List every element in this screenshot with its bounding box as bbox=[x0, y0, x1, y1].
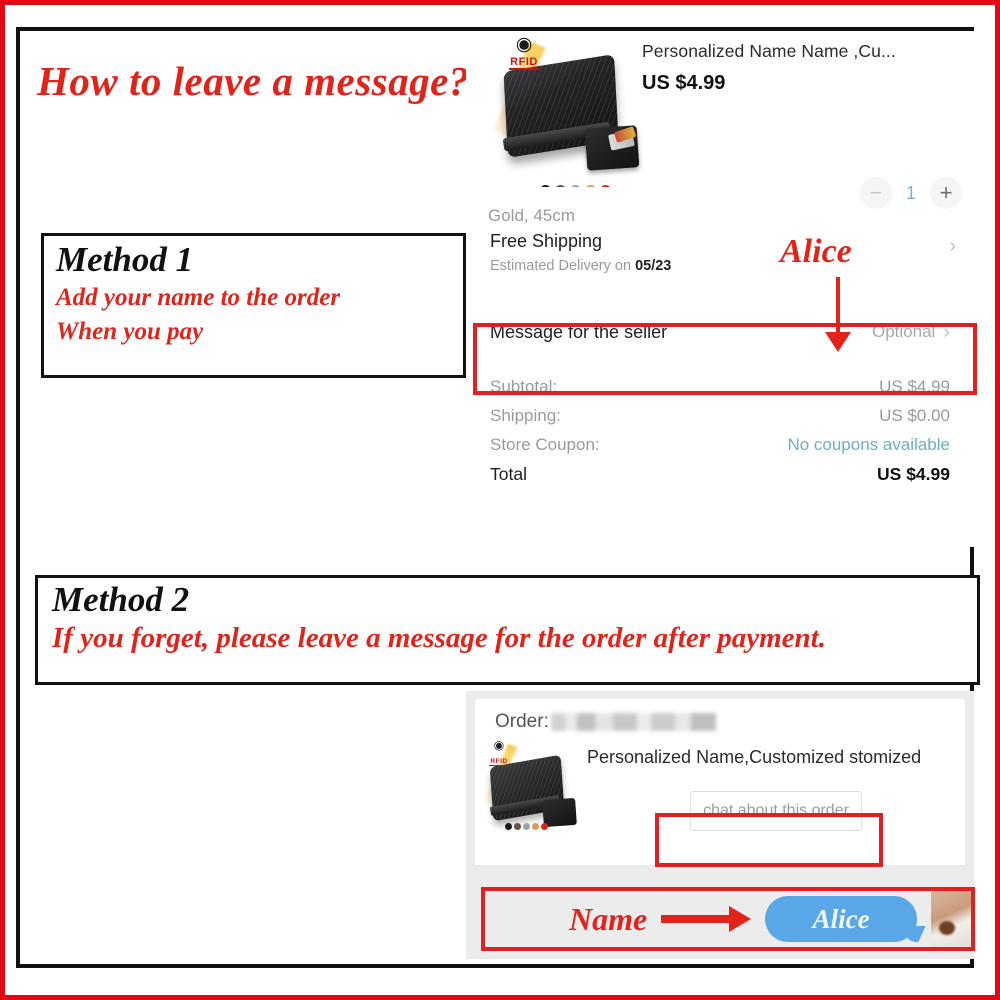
alice-arrow-shaft bbox=[836, 277, 840, 339]
totals-label: Shipping: bbox=[490, 406, 561, 425]
swatch-4[interactable] bbox=[600, 185, 611, 187]
swatch-1[interactable] bbox=[555, 185, 566, 187]
rfid-badge-icon: ◉ RFID bbox=[497, 35, 551, 70]
shipping-estimate-date: 05/23 bbox=[635, 258, 672, 274]
color-swatches[interactable] bbox=[540, 185, 611, 187]
alice-annotation: Alice bbox=[780, 233, 852, 270]
swatch-1 bbox=[514, 823, 521, 830]
chat-bubble: Alice bbox=[764, 896, 918, 942]
rfid-waves-icon: ◉ bbox=[493, 738, 505, 752]
avatar bbox=[931, 891, 971, 947]
rfid-waves-icon: ◉ bbox=[515, 35, 533, 55]
message-for-seller-row[interactable]: Message for the seller Optional › bbox=[466, 303, 974, 361]
method-1-box: Method 1 Add your name to the order When… bbox=[41, 233, 466, 378]
name-annotation: Name bbox=[569, 900, 648, 937]
wallet-secondary-image bbox=[584, 125, 640, 171]
method-2-box: Method 2 If you forget, please leave a m… bbox=[35, 575, 980, 685]
swatch-0[interactable] bbox=[540, 185, 551, 187]
product-variant: Gold, 45cm bbox=[488, 206, 575, 225]
quantity-increase-button[interactable]: + bbox=[930, 177, 962, 209]
shipping-estimate-prefix: Estimated Delivery on bbox=[490, 258, 636, 274]
quantity-stepper[interactable]: − 1 + bbox=[859, 177, 962, 209]
order-number-masked bbox=[550, 713, 716, 731]
message-chevron-right-icon[interactable]: › bbox=[943, 321, 950, 344]
totals-label: Subtotal: bbox=[490, 377, 558, 396]
method-1-line-1: Add your name to the order bbox=[56, 283, 341, 311]
swatch-4 bbox=[541, 823, 548, 830]
totals-row: Total US $4.99 bbox=[490, 464, 950, 485]
swatch-3 bbox=[532, 823, 539, 830]
totals-value[interactable]: No coupons available bbox=[787, 435, 950, 455]
totals-value: US $0.00 bbox=[879, 406, 950, 425]
rfid-label: RFID bbox=[509, 56, 539, 70]
order-product-title: Personalized Name,Customized stomized bbox=[587, 747, 922, 767]
product-title[interactable]: Personalized Name Name ,Cu... bbox=[642, 41, 970, 62]
order-product-thumbnail[interactable]: ◉ RFID bbox=[479, 739, 584, 839]
totals-row: Shipping: US $0.00 bbox=[490, 406, 950, 426]
name-annotation-strip: Name Alice bbox=[481, 887, 975, 951]
method-1-line-2: When you pay bbox=[56, 318, 204, 345]
totals-label: Store Coupon: bbox=[490, 435, 600, 454]
totals-block: Subtotal: US $4.99 Shipping: US $0.00 St… bbox=[466, 361, 974, 485]
order-number-line: Order: bbox=[475, 699, 965, 733]
shipping-chevron-right-icon[interactable]: › bbox=[949, 235, 956, 258]
name-arrow-icon bbox=[661, 906, 751, 932]
chat-about-order-button[interactable]: chat about this order bbox=[690, 791, 862, 831]
message-for-seller-label: Message for the seller bbox=[490, 321, 668, 342]
quantity-decrease-button[interactable]: − bbox=[859, 177, 892, 209]
totals-row: Subtotal: US $4.99 bbox=[490, 377, 950, 397]
chat-bubble-text: Alice bbox=[812, 903, 870, 934]
shipping-row[interactable]: Free Shipping Estimated Delivery on 05/2… bbox=[466, 227, 974, 289]
swatch-3[interactable] bbox=[585, 185, 596, 187]
swatch-2 bbox=[523, 823, 530, 830]
product-row: ◉ RFID Gold, 45cm Personalized Name Name… bbox=[466, 31, 974, 227]
shipping-title: Free Shipping bbox=[490, 231, 603, 251]
swatch-0 bbox=[505, 823, 512, 830]
order-color-swatches bbox=[505, 823, 548, 830]
method-2-heading: Method 2 bbox=[52, 580, 190, 619]
swatch-2[interactable] bbox=[570, 185, 581, 187]
order-label: Order: bbox=[495, 711, 549, 732]
order-card: Order: ◉ RFID Personalized Name,Customiz… bbox=[475, 699, 965, 865]
rfid-label: RFID bbox=[489, 758, 509, 766]
product-thumbnail[interactable]: ◉ RFID bbox=[483, 35, 648, 187]
poster-root: How to leave a message? Method 1 Add you… bbox=[0, 0, 1000, 1000]
totals-row[interactable]: Store Coupon: No coupons available bbox=[490, 435, 950, 455]
totals-label: Total bbox=[490, 464, 527, 484]
quantity-value: 1 bbox=[905, 182, 916, 203]
product-info: Personalized Name Name ,Cu... US $4.99 bbox=[642, 41, 970, 95]
message-for-seller-value: Optional bbox=[872, 322, 936, 341]
shipping-estimate: Estimated Delivery on 05/23 bbox=[490, 258, 974, 274]
totals-value: US $4.99 bbox=[879, 377, 950, 396]
method-2-line-1: If you forget, please leave a message fo… bbox=[52, 621, 826, 654]
rfid-badge-icon: ◉ RFID bbox=[482, 738, 516, 768]
checkout-panel: ◉ RFID Gold, 45cm Personalized Name Name… bbox=[466, 31, 974, 547]
method-1-heading: Method 1 bbox=[56, 240, 194, 279]
totals-value: US $4.99 bbox=[877, 464, 950, 484]
promo-title: How to leave a message? bbox=[37, 58, 470, 104]
alice-arrow-head-icon bbox=[825, 332, 851, 352]
order-body: ◉ RFID Personalized Name,Customized stom… bbox=[475, 733, 965, 853]
product-price: US $4.99 bbox=[642, 72, 726, 94]
